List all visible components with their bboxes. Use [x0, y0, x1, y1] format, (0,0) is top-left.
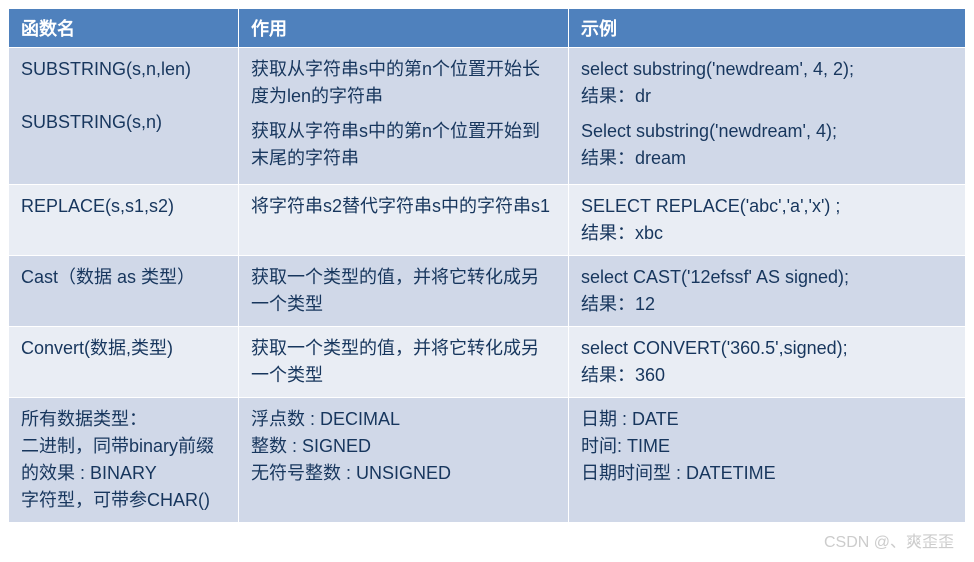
example-result: 结果：dr: [581, 83, 953, 110]
type-text: 浮点数 : DECIMAL: [251, 406, 556, 433]
table-row: Cast（数据 as 类型） 获取一个类型的值，并将它转化成另一个类型 sele…: [9, 256, 966, 327]
cell-function-name: Convert(数据,类型): [9, 327, 239, 398]
cell-description: 获取一个类型的值，并将它转化成另一个类型: [239, 327, 569, 398]
cell-data-types-ex: 日期 : DATE 时间: TIME 日期时间型 : DATETIME: [569, 398, 966, 523]
desc-text: 获取从字符串s中的第n个位置开始长度为len的字符串: [251, 56, 556, 110]
type-text: 所有数据类型：: [21, 406, 226, 433]
type-text: 日期 : DATE: [581, 406, 953, 433]
fn-substring: SUBSTRING(s,n): [21, 109, 226, 136]
desc-text: 获取从字符串s中的第n个位置开始到末尾的字符串: [251, 118, 556, 172]
type-text: 日期时间型 : DATETIME: [581, 460, 953, 487]
type-text: 二进制，同带binary前缀的效果 : BINARY: [21, 433, 226, 487]
cell-function-name: Cast（数据 as 类型）: [9, 256, 239, 327]
type-text: 字符型，可带参CHAR(): [21, 487, 226, 514]
type-text: 无符号整数 : UNSIGNED: [251, 460, 556, 487]
cell-function-name: REPLACE(s,s1,s2): [9, 185, 239, 256]
cell-example: select substring('newdream', 4, 2); 结果：d…: [569, 48, 966, 185]
table-row: Convert(数据,类型) 获取一个类型的值，并将它转化成另一个类型 sele…: [9, 327, 966, 398]
cell-function-name: SUBSTRING(s,n,len) SUBSTRING(s,n): [9, 48, 239, 185]
type-text: 整数 : SIGNED: [251, 433, 556, 460]
table-row: SUBSTRING(s,n,len) SUBSTRING(s,n) 获取从字符串…: [9, 48, 966, 185]
example-text: SELECT REPLACE('abc','a','x') ;: [581, 193, 953, 220]
header-example: 示例: [569, 9, 966, 48]
cell-example: select CONVERT('360.5',signed); 结果：360: [569, 327, 966, 398]
table-row: 所有数据类型： 二进制，同带binary前缀的效果 : BINARY 字符型，可…: [9, 398, 966, 523]
cell-example: SELECT REPLACE('abc','a','x') ; 结果：xbc: [569, 185, 966, 256]
example-text: select substring('newdream', 4, 2);: [581, 56, 953, 83]
watermark-text: CSDN @、爽歪歪: [824, 528, 954, 552]
sql-functions-table: 函数名 作用 示例 SUBSTRING(s,n,len) SUBSTRING(s…: [8, 8, 966, 523]
cell-data-types-desc: 浮点数 : DECIMAL 整数 : SIGNED 无符号整数 : UNSIGN…: [239, 398, 569, 523]
type-text: 时间: TIME: [581, 433, 953, 460]
header-function-name: 函数名: [9, 9, 239, 48]
header-description: 作用: [239, 9, 569, 48]
example-text: select CONVERT('360.5',signed);: [581, 335, 953, 362]
table-row: REPLACE(s,s1,s2) 将字符串s2替代字符串s中的字符串s1 SEL…: [9, 185, 966, 256]
example-text: select CAST('12efssf' AS signed);: [581, 264, 953, 291]
cell-description: 将字符串s2替代字符串s中的字符串s1: [239, 185, 569, 256]
table-header-row: 函数名 作用 示例: [9, 9, 966, 48]
fn-substring-len: SUBSTRING(s,n,len): [21, 56, 226, 83]
cell-description: 获取一个类型的值，并将它转化成另一个类型: [239, 256, 569, 327]
example-result: 结果：12: [581, 291, 953, 318]
example-result: 结果：360: [581, 362, 953, 389]
example-result: 结果：xbc: [581, 220, 953, 247]
example-result: 结果：dream: [581, 145, 953, 172]
cell-example: select CAST('12efssf' AS signed); 结果：12: [569, 256, 966, 327]
cell-data-types: 所有数据类型： 二进制，同带binary前缀的效果 : BINARY 字符型，可…: [9, 398, 239, 523]
cell-description: 获取从字符串s中的第n个位置开始长度为len的字符串 获取从字符串s中的第n个位…: [239, 48, 569, 185]
example-text: Select substring('newdream', 4);: [581, 118, 953, 145]
